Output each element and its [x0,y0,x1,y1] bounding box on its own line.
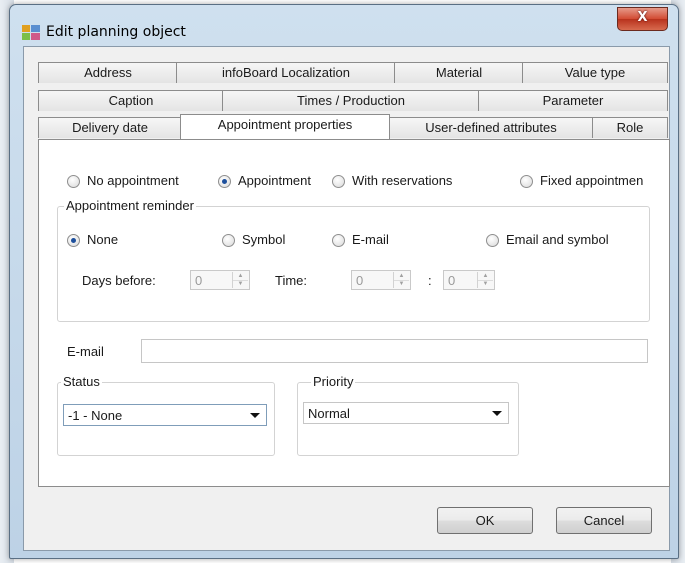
dialog-client-area: Address infoBoard Localization Material … [23,46,670,551]
app-icon [22,25,40,40]
chevron-down-icon [492,411,502,416]
status-title: Status [61,374,102,389]
priority-title: Priority [311,374,356,389]
tab-address[interactable]: Address [38,62,178,83]
chevron-down-icon [250,413,260,418]
spin-down-icon[interactable]: ▼ [478,280,493,288]
tab-times-production[interactable]: Times / Production [222,90,480,111]
radio-reminder-symbol[interactable] [222,234,235,247]
days-before-value: 0 [195,273,203,288]
label-reminder-symbol: Symbol [242,232,286,247]
spin-down-icon[interactable]: ▼ [394,280,409,288]
days-before-label: Days before: [82,273,156,288]
email-field[interactable] [141,339,648,363]
email-label: E-mail [67,344,104,359]
days-before-spinner[interactable]: 0 ▲ ▼ [190,270,250,290]
status-select[interactable]: -1 - None [63,404,267,426]
close-icon: X [637,10,648,25]
tab-user-defined-attributes[interactable]: User-defined attributes [388,117,594,138]
tab-appointment-properties[interactable]: Appointment properties [180,114,390,139]
tab-value-type[interactable]: Value type [522,62,668,83]
minute-value: 0 [448,273,456,288]
tab-role[interactable]: Role [592,117,668,138]
hour-value: 0 [356,273,364,288]
tab-material[interactable]: Material [394,62,524,83]
radio-reminder-none[interactable] [67,234,80,247]
spin-down-icon[interactable]: ▼ [233,280,248,288]
appointment-reminder-group [57,206,650,322]
window-title: Edit planning object [46,24,186,40]
minute-spinner[interactable]: 0 ▲ ▼ [443,270,495,290]
appointment-reminder-title: Appointment reminder [64,198,196,213]
label-no-appointment: No appointment [87,173,179,188]
time-label: Time: [275,273,308,288]
tab-caption[interactable]: Caption [38,90,224,111]
label-appointment: Appointment [238,173,311,188]
priority-value: Normal [308,406,350,421]
radio-no-appointment[interactable] [67,175,80,188]
title-bar[interactable]: Edit planning object X [10,5,678,45]
tab-infoboard-localization[interactable]: infoBoard Localization [176,62,396,83]
tab-delivery-date[interactable]: Delivery date [38,117,182,138]
time-separator: : [428,273,432,288]
ok-button[interactable]: OK [437,507,533,534]
priority-select[interactable]: Normal [303,402,509,424]
hour-spinner[interactable]: 0 ▲ ▼ [351,270,411,290]
close-button[interactable]: X [617,7,668,31]
cancel-button[interactable]: Cancel [556,507,652,534]
label-with-reservations: With reservations [352,173,453,188]
radio-reminder-email-and-symbol[interactable] [486,234,499,247]
radio-reminder-email[interactable] [332,234,345,247]
appointment-properties-panel: No appointment Appointment With reservat… [38,139,670,487]
tab-parameter[interactable]: Parameter [478,90,668,111]
edit-planning-object-dialog: Edit planning object X Address infoBoard… [9,4,679,559]
label-reminder-email-and-symbol: Email and symbol [506,232,609,247]
label-reminder-email: E-mail [352,232,389,247]
radio-with-reservations[interactable] [332,175,345,188]
radio-appointment[interactable] [218,175,231,188]
label-reminder-none: None [87,232,119,247]
status-value: -1 - None [68,408,123,423]
label-fixed-appointment: Fixed appointmen [540,173,644,188]
radio-fixed-appointment[interactable] [520,175,533,188]
